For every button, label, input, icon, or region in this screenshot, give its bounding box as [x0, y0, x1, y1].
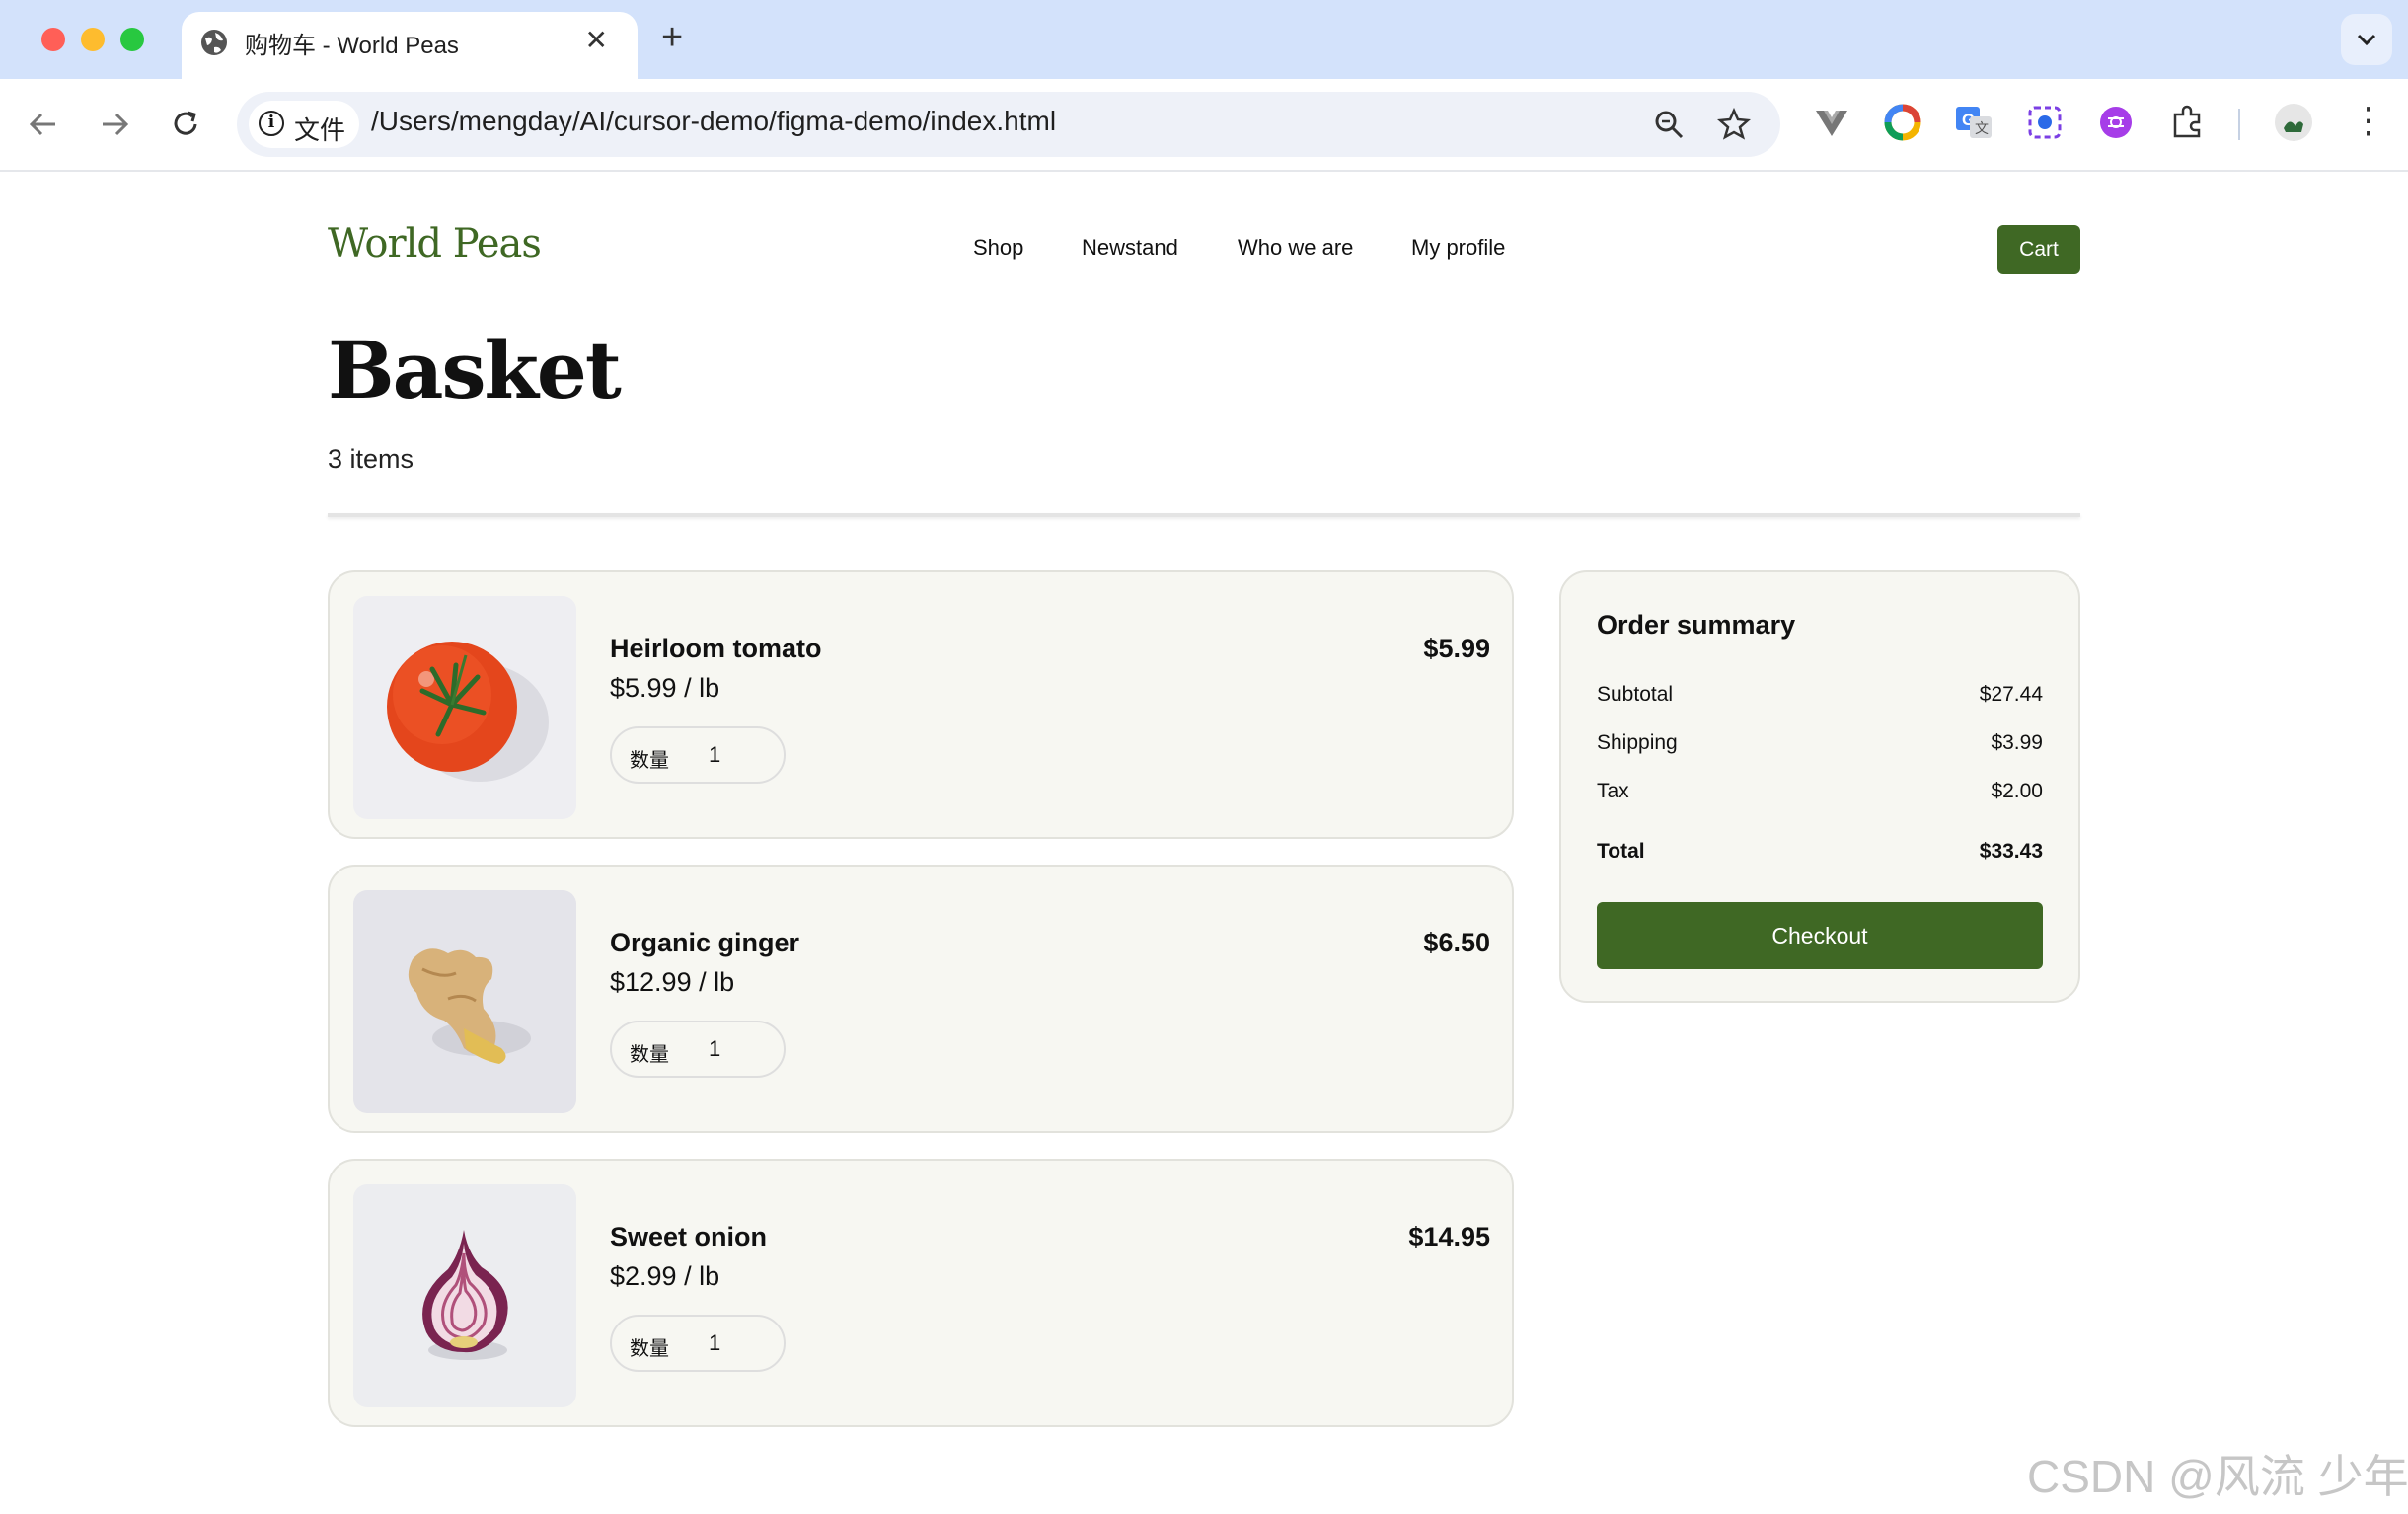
product-image-tomato [353, 596, 576, 819]
color-ring-extension-icon[interactable] [1883, 103, 1922, 142]
product-image-onion [353, 1184, 576, 1407]
screenshot-extension-icon[interactable] [2025, 103, 2065, 142]
quantity-label: 数量 [630, 1044, 669, 1066]
profile-avatar-icon[interactable] [2274, 103, 2313, 142]
new-tab-button[interactable]: + [661, 16, 683, 59]
subtotal-value: $27.44 [1979, 683, 2043, 706]
browser-menu-icon[interactable]: ⋮ [2351, 99, 2386, 142]
quantity-label: 数量 [630, 1338, 669, 1360]
subtotal-row: Subtotal $27.44 [1597, 683, 2043, 707]
quantity-label: 数量 [630, 750, 669, 772]
shipping-value: $3.99 [1991, 731, 2043, 754]
item-total-price: $6.50 [1423, 928, 1490, 957]
maximize-window-button[interactable] [120, 28, 144, 51]
address-bar[interactable]: i 文件 /Users/mengday/AI/cursor-demo/figma… [237, 92, 1780, 157]
page-title: Basket [328, 324, 622, 416]
bookmark-star-icon[interactable] [1717, 108, 1751, 141]
url-text[interactable]: /Users/mengday/AI/cursor-demo/figma-demo… [371, 106, 1056, 137]
item-total-price: $14.95 [1408, 1222, 1490, 1251]
shipping-label: Shipping [1597, 731, 1678, 754]
browser-chrome: 购物车 - World Peas ✕ + i 文件 /Users/mengday… [0, 0, 2408, 172]
quantity-selector[interactable]: 数量 1 [610, 1021, 786, 1078]
item-unit-price: $5.99 / lb [610, 673, 720, 703]
chevron-down-icon [2357, 34, 2376, 46]
shipping-row: Shipping $3.99 [1597, 731, 2043, 755]
back-arrow-icon[interactable] [22, 103, 65, 146]
quantity-value[interactable]: 1 [709, 1330, 720, 1356]
quantity-selector[interactable]: 数量 1 [610, 1315, 786, 1372]
google-translate-icon[interactable]: G文 [1954, 103, 1994, 142]
divider [328, 513, 2080, 517]
forward-arrow-icon[interactable] [93, 103, 136, 146]
quantity-value[interactable]: 1 [709, 742, 720, 768]
site-chip-label: 文件 [294, 115, 346, 145]
tax-row: Tax $2.00 [1597, 780, 2043, 803]
checkout-button[interactable]: Checkout [1597, 902, 2043, 969]
order-summary-title: Order summary [1597, 610, 1796, 640]
tab-close-icon[interactable]: ✕ [585, 24, 608, 56]
quantity-selector[interactable]: 数量 1 [610, 726, 786, 784]
basket-item-card: Heirloom tomato $5.99 / lb 数量 1 $5.99 [328, 570, 1514, 839]
product-image-ginger [353, 890, 576, 1113]
extensions-puzzle-icon[interactable] [2167, 103, 2207, 142]
close-window-button[interactable] [41, 28, 65, 51]
tax-value: $2.00 [1991, 780, 2043, 802]
basket-item-card: Organic ginger $12.99 / lb 数量 1 $6.50 [328, 865, 1514, 1133]
total-label: Total [1597, 840, 1645, 863]
item-unit-price: $12.99 / lb [610, 967, 735, 997]
purple-extension-icon[interactable] [2096, 103, 2136, 142]
info-icon: i [259, 111, 284, 136]
quantity-value[interactable]: 1 [709, 1036, 720, 1062]
tax-label: Tax [1597, 780, 1629, 802]
nav-link-newstand[interactable]: Newstand [1082, 235, 1178, 261]
basket-item-card: Sweet onion $2.99 / lb 数量 1 $14.95 [328, 1159, 1514, 1427]
site-info-chip[interactable]: i 文件 [249, 101, 359, 148]
item-name: Sweet onion [610, 1222, 768, 1251]
tab-title: 购物车 - World Peas [245, 33, 459, 59]
item-name: Heirloom tomato [610, 634, 822, 663]
minimize-window-button[interactable] [81, 28, 105, 51]
tab-search-button[interactable] [2341, 14, 2392, 65]
zoom-icon[interactable] [1652, 108, 1686, 141]
browser-toolbar: i 文件 /Users/mengday/AI/cursor-demo/figma… [0, 79, 2408, 172]
nav-link-my-profile[interactable]: My profile [1411, 235, 1505, 261]
cart-button[interactable]: Cart [1997, 225, 2080, 274]
item-name: Organic ginger [610, 928, 800, 957]
site-logo[interactable]: World Peas [328, 221, 542, 266]
reload-icon[interactable] [164, 103, 207, 146]
order-summary-panel: Order summary Subtotal $27.44 Shipping $… [1559, 570, 2080, 1003]
browser-tab-active[interactable]: 购物车 - World Peas ✕ [182, 12, 638, 79]
nav-link-who-we-are[interactable]: Who we are [1238, 235, 1353, 261]
vue-devtools-icon[interactable] [1812, 103, 1851, 142]
watermark: CSDN @风流 少年 [2027, 1451, 2408, 1502]
tab-bar: 购物车 - World Peas ✕ + [0, 0, 2408, 79]
subtotal-label: Subtotal [1597, 683, 1674, 706]
item-total-price: $5.99 [1423, 634, 1490, 663]
page-content: World Peas Shop Newstand Who we are My p… [0, 170, 2408, 1514]
nav-link-shop[interactable]: Shop [973, 235, 1023, 261]
item-count: 3 items [328, 444, 414, 474]
svg-text:文: 文 [1975, 121, 1989, 137]
globe-icon [201, 30, 227, 55]
total-value: $33.43 [1979, 840, 2043, 863]
total-row: Total $33.43 [1597, 840, 2043, 864]
toolbar-separator [2238, 109, 2240, 140]
item-unit-price: $2.99 / lb [610, 1261, 720, 1291]
